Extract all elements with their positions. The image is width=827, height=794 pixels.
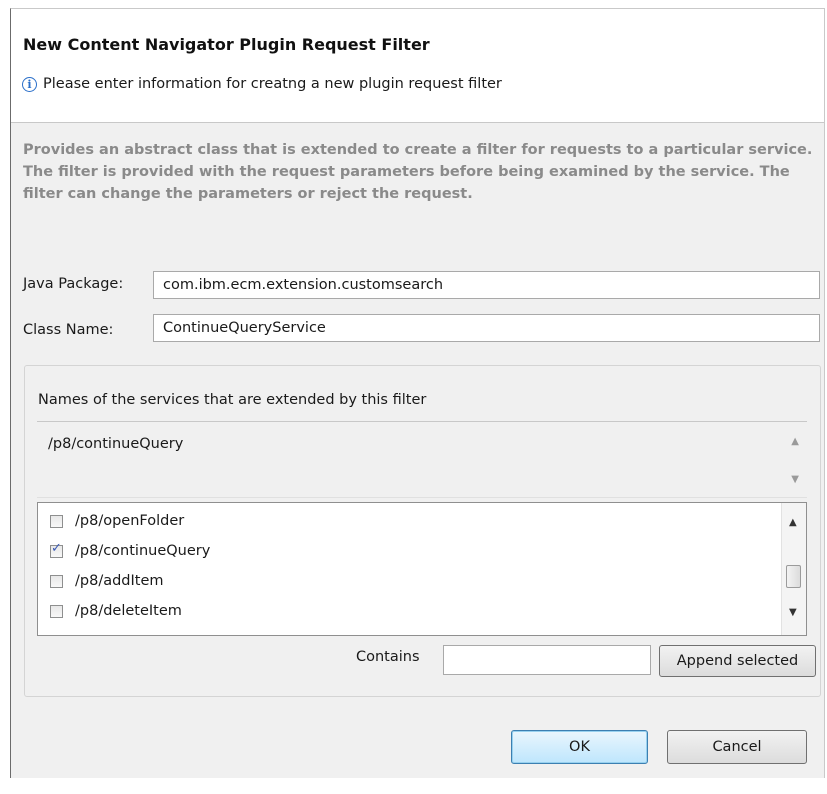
dialog-title: New Content Navigator Plugin Request Fil… (23, 35, 430, 54)
contains-input[interactable] (443, 645, 651, 675)
list-item[interactable]: /p8/addItem (50, 573, 164, 589)
selected-services-text: /p8/continueQuery (48, 436, 184, 452)
scroll-up-icon[interactable]: ▲ (789, 517, 797, 528)
cancel-button[interactable]: Cancel (667, 730, 807, 764)
list-item-label: /p8/openFolder (75, 513, 185, 529)
contains-label: Contains (356, 649, 420, 665)
description-text: Provides an abstract class that is exten… (23, 142, 813, 202)
append-selected-button[interactable]: Append selected (659, 645, 816, 677)
list-item[interactable]: /p8/continueQuery (50, 541, 211, 559)
ok-button[interactable]: OK (511, 730, 648, 764)
list-item-label: /p8/deleteItem (75, 603, 182, 619)
checkbox-delete-item[interactable] (50, 604, 63, 618)
scroll-down-icon[interactable]: ▼ (789, 607, 797, 618)
list-item[interactable]: /p8/openFolder (50, 513, 184, 529)
services-group: Names of the services that are extended … (24, 365, 821, 697)
selected-services-textarea[interactable]: /p8/continueQuery ▲ ▼ (37, 421, 807, 498)
list-scrollbar[interactable]: ▲ ▼ (781, 503, 806, 635)
list-item-label: /p8/addItem (75, 573, 164, 589)
dialog-header: New Content Navigator Plugin Request Fil… (11, 9, 824, 123)
class-name-input[interactable]: ContinueQueryService (153, 314, 820, 342)
list-item[interactable]: /p8/deleteItem (50, 603, 182, 619)
checkbox-continue-query[interactable] (50, 541, 63, 558)
scroll-up-icon[interactable]: ▲ (791, 436, 799, 447)
scroll-down-icon[interactable]: ▼ (791, 474, 799, 485)
services-group-label: Names of the services that are extended … (38, 392, 427, 408)
java-package-label: Java Package: (23, 276, 124, 292)
info-message: Please enter information for creatng a n… (43, 76, 502, 92)
list-item-label: /p8/continueQuery (75, 543, 211, 559)
services-list[interactable]: /p8/openFolder /p8/continueQuery /p8/add… (37, 502, 807, 636)
checkbox-open-folder[interactable] (50, 514, 63, 528)
info-message-row: i Please enter information for creatng a… (22, 76, 502, 92)
dialog-window: New Content Navigator Plugin Request Fil… (10, 8, 825, 778)
class-name-label: Class Name: (23, 322, 114, 338)
info-icon: i (22, 76, 37, 92)
scrollbar-thumb[interactable] (786, 565, 801, 588)
checkbox-add-item[interactable] (50, 574, 63, 588)
java-package-input[interactable]: com.ibm.ecm.extension.customsearch (153, 271, 820, 299)
